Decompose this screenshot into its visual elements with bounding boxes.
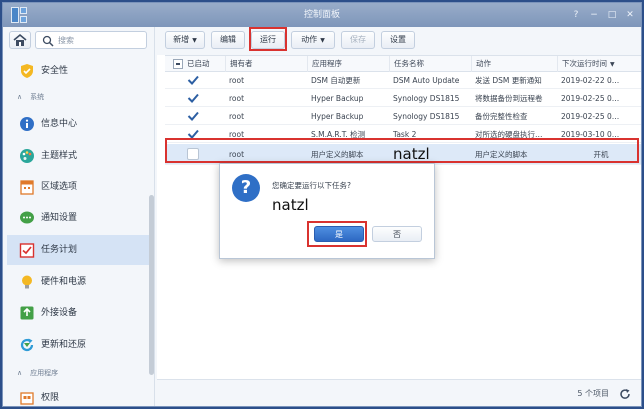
column-header-application[interactable]: 应用程序	[307, 56, 389, 72]
sidebar-item-label: 安全性	[41, 66, 69, 76]
chevron-down-icon: ▼	[192, 37, 197, 44]
chat-bubble-icon	[20, 211, 34, 224]
task-name-cell: Synology DS1815	[393, 112, 460, 121]
sidebar-item-hardware-power[interactable]: 硬件和电源	[7, 267, 149, 297]
column-header-task-name[interactable]: 任务名称	[389, 56, 471, 72]
selected-row-highlight	[165, 138, 639, 163]
external-device-icon	[20, 306, 34, 320]
owner-cell: root	[229, 112, 245, 121]
select-all-checkbox[interactable]	[173, 59, 183, 69]
maximize-icon[interactable]: □	[605, 8, 619, 22]
task-name-cell: DSM Auto Update	[393, 76, 460, 85]
question-icon: ?	[232, 174, 260, 202]
create-button[interactable]: 新增 ▼	[165, 31, 205, 49]
chevron-up-icon: ∧	[17, 93, 23, 101]
next-run-cell: 2019-02-25 0…	[561, 94, 620, 103]
title-bar[interactable]: 控制面板 ? − □ ✕	[3, 3, 641, 27]
minimize-icon[interactable]: −	[587, 8, 601, 22]
sidebar-item-notifications[interactable]: 通知设置	[7, 203, 149, 233]
sidebar-item-label: 区域选项	[41, 182, 78, 192]
enabled-checkbox[interactable]	[187, 92, 199, 104]
shield-icon	[21, 64, 33, 78]
next-run-cell: 2019-02-25 0…	[561, 112, 620, 121]
action-cell: 将数据备份到远程卷	[475, 94, 543, 103]
sidebar-item-label: 信息中心	[41, 119, 78, 129]
owner-cell: root	[229, 76, 245, 85]
settings-button[interactable]: 设置	[381, 31, 415, 49]
action-cell: 备份完整性检查	[475, 112, 528, 121]
column-header-action[interactable]: 动作	[471, 56, 557, 72]
sidebar-item-theme[interactable]: 主题样式	[7, 141, 149, 171]
info-icon	[20, 117, 34, 131]
sidebar-item-regional-options[interactable]: 区域选项	[7, 172, 149, 202]
sidebar-item-label: 外接设备	[41, 308, 78, 318]
item-count: 5 个项目	[577, 389, 609, 398]
lightbulb-icon	[22, 275, 32, 289]
status-bar: 5 个项目	[157, 379, 641, 406]
column-header-owner[interactable]: 拥有者	[225, 56, 307, 72]
sidebar-item-label: 硬件和电源	[41, 277, 87, 287]
control-panel-window: 控制面板 ? − □ ✕ 安全性 ∧系统	[2, 2, 642, 407]
sort-desc-icon: ▼	[610, 61, 615, 68]
home-icon	[13, 33, 27, 46]
sidebar-item-info-center[interactable]: 信息中心	[7, 109, 149, 139]
sidebar-item-label: 任务计划	[41, 245, 78, 255]
table-header: 已启动 拥有者 应用程序 任务名称 动作 下次运行时间 ▼	[165, 56, 641, 72]
sidebar-item-privileges[interactable]: 权限	[7, 383, 149, 406]
refresh-icon[interactable]	[619, 388, 631, 400]
run-button-highlight	[249, 27, 287, 51]
action-button[interactable]: 动作 ▼	[291, 31, 335, 49]
edit-button[interactable]: 编辑	[211, 31, 245, 49]
home-button[interactable]	[9, 31, 31, 49]
toolbar: 新增 ▼ 编辑 运行 动作 ▼ 保存 设置	[157, 27, 641, 55]
sidebar-item-update-restore[interactable]: 更新和还原	[7, 330, 149, 360]
sidebar-item-task-scheduler[interactable]: 任务计划	[7, 235, 149, 265]
task-name-cell: Synology DS1815	[393, 94, 460, 103]
application-cell: Hyper Backup	[311, 112, 364, 121]
owner-cell: root	[229, 94, 245, 103]
search-icon	[42, 35, 54, 47]
palette-icon	[20, 149, 34, 163]
application-cell: Hyper Backup	[311, 94, 364, 103]
next-run-cell: 2019-02-22 0…	[561, 76, 620, 85]
table-row[interactable]: root DSM 自动更新 DSM Auto Update 发送 DSM 更新通…	[165, 72, 641, 89]
refresh-update-icon	[20, 338, 34, 352]
sidebar-scrollbar[interactable]	[149, 195, 154, 375]
enabled-checkbox[interactable]	[187, 74, 199, 86]
search-field[interactable]	[35, 31, 147, 49]
application-cell: DSM 自动更新	[311, 76, 361, 85]
calendar-icon	[20, 180, 34, 195]
table-row[interactable]: root Hyper Backup Synology DS1815 备份完整性检…	[165, 108, 641, 125]
sidebar-item-label: 权限	[41, 393, 60, 403]
yes-button-highlight	[307, 221, 367, 247]
action-cell: 发送 DSM 更新通知	[475, 76, 542, 85]
privileges-icon	[20, 392, 34, 405]
dialog-message: 您确定要运行以下任务?	[272, 181, 351, 190]
table-row[interactable]: root Hyper Backup Synology DS1815 将数据备份到…	[165, 90, 641, 107]
chevron-up-icon: ∧	[17, 369, 23, 377]
save-button[interactable]: 保存	[341, 31, 375, 49]
section-header-system[interactable]: ∧ 系统	[17, 91, 44, 103]
chevron-down-icon: ▼	[320, 37, 325, 44]
sidebar-item-label: 更新和还原	[41, 340, 87, 350]
help-icon[interactable]: ?	[569, 8, 583, 22]
enabled-checkbox[interactable]	[187, 110, 199, 122]
sidebar-item-label: 通知设置	[41, 213, 78, 223]
no-button[interactable]: 否	[372, 226, 422, 242]
sidebar-item-external-devices[interactable]: 外接设备	[7, 298, 149, 328]
column-header-next-run[interactable]: 下次运行时间 ▼	[557, 56, 641, 72]
window-title: 控制面板	[303, 10, 340, 20]
sidebar-item-security[interactable]: 安全性	[7, 56, 149, 86]
section-header-applications[interactable]: ∧ 应用程序	[17, 367, 58, 379]
sidebar: 安全性 ∧系统 信息中心 主题样式 区域选项 通知设置 任务计划 硬件和电源	[3, 27, 155, 406]
task-schedule-icon	[19, 243, 35, 258]
search-input[interactable]	[58, 34, 144, 47]
dialog-task-name: natzl	[272, 196, 309, 214]
close-icon[interactable]: ✕	[623, 8, 637, 22]
sidebar-item-label: 主题样式	[41, 151, 78, 161]
